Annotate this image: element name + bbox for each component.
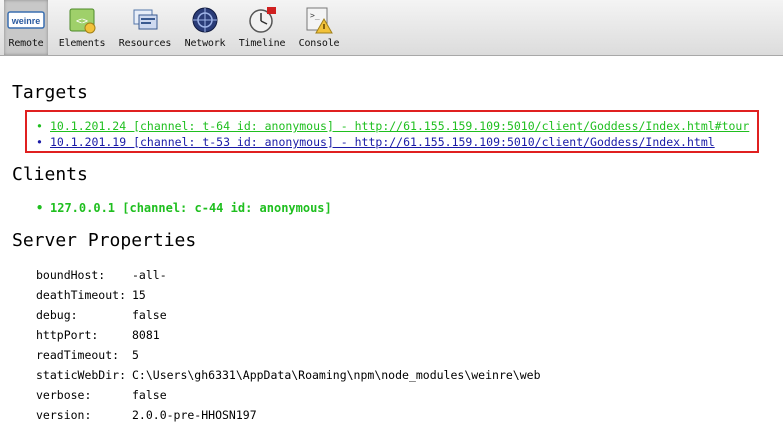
property-row: httpPort: 8081 — [36, 325, 541, 345]
timeline-icon — [247, 5, 277, 35]
targets-heading: Targets — [12, 82, 88, 103]
property-value: 15 — [132, 288, 146, 302]
property-key: boundHost: — [36, 268, 106, 282]
property-value: -all- — [132, 268, 167, 282]
clients-heading: Clients — [12, 164, 88, 185]
weinre-logo-icon: weinre — [7, 5, 45, 35]
property-key: verbose: — [36, 388, 92, 402]
property-row: staticWebDir: C:\Users\gh6331\AppData\Roa… — [36, 365, 541, 385]
tab-elements[interactable]: <> Elements — [54, 0, 110, 55]
target-item[interactable]: • 10.1.201.19 [channel: t-53 id: anonymou… — [36, 134, 749, 150]
server-properties-heading: Server Properties — [12, 230, 197, 251]
property-row: debug: false — [36, 305, 541, 325]
client-text: 127.0.0.1 [channel: c-44 id: anonymous] — [50, 201, 332, 215]
property-key: staticWebDir: — [36, 368, 127, 382]
network-icon — [190, 5, 220, 35]
property-row: readTimeout: 5 — [36, 345, 541, 365]
property-key: deathTimeout: — [36, 288, 127, 302]
client-item: • 127.0.0.1 [channel: c-44 id: anonymous] — [36, 201, 332, 215]
property-row: verbose: false — [36, 385, 541, 405]
targets-list: • 10.1.201.24 [channel: t-64 id: anonymou… — [36, 118, 749, 150]
property-key: version: — [36, 408, 92, 422]
property-row: deathTimeout: 15 — [36, 285, 541, 305]
property-value: C:\Users\gh6331\AppData\Roaming\npm\node… — [132, 368, 541, 382]
tab-network[interactable]: Network — [180, 0, 230, 55]
target-item[interactable]: • 10.1.201.24 [channel: t-64 id: anonymou… — [36, 118, 749, 134]
target-link[interactable]: 10.1.201.19 [channel: t-53 id: anonymous… — [50, 135, 715, 149]
property-value: false — [132, 388, 167, 402]
property-row: version: 2.0.0-pre-HHOSN197 — [36, 405, 541, 425]
svg-text:>_: >_ — [310, 11, 320, 20]
property-key: debug: — [36, 308, 78, 322]
property-value: 8081 — [132, 328, 160, 342]
console-icon: >_ — [304, 5, 334, 35]
tab-network-label: Network — [184, 38, 226, 49]
tab-elements-label: Elements — [58, 38, 106, 49]
tab-resources-label: Resources — [118, 38, 172, 49]
tab-resources[interactable]: Resources — [116, 0, 174, 55]
property-value: 5 — [132, 348, 139, 362]
property-value: 2.0.0-pre-HHOSN197 — [132, 408, 257, 422]
property-key: readTimeout: — [36, 348, 120, 362]
property-key: httpPort: — [36, 328, 99, 342]
resources-icon — [130, 5, 160, 35]
server-properties-table: boundHost: -all- deathTimeout: 15 debug: fa… — [36, 265, 541, 425]
property-row: boundHost: -all- — [36, 265, 541, 285]
tab-timeline[interactable]: Timeline — [234, 0, 290, 55]
tab-remote-label: Remote — [8, 38, 44, 49]
elements-icon: <> — [67, 5, 97, 35]
tab-timeline-label: Timeline — [238, 38, 286, 49]
toolbar: weinre Remote <> Elements Resources Netw… — [0, 0, 783, 56]
logo-text: weinre — [11, 16, 41, 26]
property-value: false — [132, 308, 167, 322]
tab-remote[interactable]: weinre Remote — [4, 0, 48, 55]
tab-console-label: Console — [298, 38, 340, 49]
target-link[interactable]: 10.1.201.24 [channel: t-64 id: anonymous… — [50, 119, 749, 133]
tab-console[interactable]: >_ Console — [294, 0, 344, 55]
